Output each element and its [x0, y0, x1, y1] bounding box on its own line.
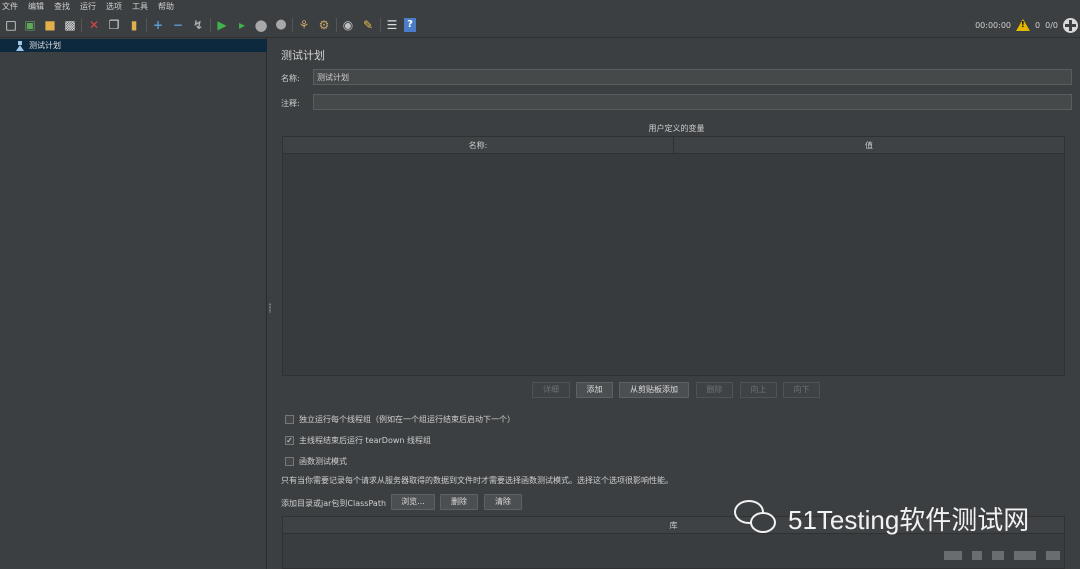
- status-area: 00:00:00 0 0/0: [975, 12, 1080, 38]
- shutdown-icon[interactable]: ●: [273, 17, 289, 33]
- functional-mode-checkbox[interactable]: [285, 457, 294, 466]
- splitter-grip-icon[interactable]: [269, 303, 271, 313]
- remote-globe-icon[interactable]: [1063, 17, 1078, 33]
- help-icon[interactable]: ?: [404, 18, 416, 32]
- user-variables-table[interactable]: 名称: 值: [282, 136, 1065, 376]
- teardown-checkbox[interactable]: ✓: [285, 436, 294, 445]
- warning-icon[interactable]: [1016, 19, 1031, 31]
- menu-run[interactable]: 运行: [80, 1, 96, 12]
- paste-icon[interactable]: ▮: [126, 17, 142, 33]
- new-icon[interactable]: □: [3, 17, 19, 33]
- detail-button[interactable]: 详细: [532, 382, 570, 398]
- menu-help[interactable]: 帮助: [158, 1, 174, 12]
- classpath-delete-button[interactable]: 删除: [440, 494, 478, 510]
- menu-tools[interactable]: 工具: [132, 1, 148, 12]
- toolbar-separator: [380, 18, 381, 32]
- watermark: 51Testing软件测试网: [734, 498, 1029, 538]
- wechat-icon: [734, 498, 780, 538]
- reset-search-icon[interactable]: ✎: [360, 17, 376, 33]
- chat-bubble: [750, 512, 776, 533]
- functional-mode-note: 只有当你需要记录每个请求从服务器取得的数据到文件时才需要选择函数测试模式。选择这…: [281, 476, 673, 485]
- start-icon[interactable]: ▶: [214, 17, 230, 33]
- serialize-label: 独立运行每个线程组（例如在一个组运行结束后启动下一个）: [299, 415, 515, 424]
- page-title: 测试计划: [281, 49, 325, 62]
- comment-label: 注释:: [281, 99, 300, 108]
- blurred-mark: [944, 551, 962, 560]
- stop-icon[interactable]: ●: [253, 17, 269, 33]
- toolbar-separator: [210, 18, 211, 32]
- comment-field[interactable]: [313, 94, 1072, 110]
- teardown-label: 主线程结束后运行 tearDown 线程组: [299, 436, 432, 445]
- delete-button[interactable]: 删除: [696, 382, 733, 398]
- up-button[interactable]: 向上: [740, 382, 777, 398]
- thread-count: 0/0: [1045, 20, 1058, 30]
- down-button[interactable]: 向下: [783, 382, 820, 398]
- menu-file[interactable]: 文件: [2, 1, 18, 12]
- name-label: 名称:: [281, 74, 300, 83]
- templates-icon[interactable]: ▣: [22, 17, 38, 33]
- toolbar-separator: [336, 18, 337, 32]
- save-icon[interactable]: ▩: [62, 17, 78, 33]
- menu-options[interactable]: 选项: [106, 1, 122, 12]
- blurred-mark: [1014, 551, 1036, 560]
- warning-count: 0: [1035, 20, 1041, 30]
- elapsed-time: 00:00:00: [975, 20, 1012, 30]
- functional-mode-option[interactable]: 函数测试模式: [285, 456, 347, 467]
- start-no-pause-icon[interactable]: ▸: [234, 17, 250, 33]
- menu-edit[interactable]: 编辑: [28, 1, 44, 12]
- classpath-label: 添加目录或jar包到ClassPath: [281, 499, 387, 508]
- table-header: 名称: 值: [283, 137, 1064, 154]
- blurred-mark: [1046, 551, 1060, 560]
- menu-bar: 文件 编辑 查找 运行 选项 工具 帮助: [0, 0, 1080, 12]
- toolbar-separator: [146, 18, 147, 32]
- blurred-mark: [972, 551, 982, 560]
- functional-mode-label: 函数测试模式: [299, 457, 347, 466]
- open-icon[interactable]: ■: [42, 17, 58, 33]
- collapse-icon[interactable]: −: [170, 17, 186, 33]
- clear-icon[interactable]: ⚘: [296, 17, 312, 33]
- toggle-icon[interactable]: ↯: [190, 17, 206, 33]
- menu-search[interactable]: 查找: [54, 1, 70, 12]
- column-value[interactable]: 值: [673, 137, 1064, 153]
- copy-icon[interactable]: ❐: [106, 17, 122, 33]
- serialize-option[interactable]: 独立运行每个线程组（例如在一个组运行结束后启动下一个）: [285, 414, 515, 425]
- flask-icon: [16, 40, 24, 51]
- user-variables-title: 用户定义的变量: [648, 124, 705, 133]
- teardown-option[interactable]: ✓ 主线程结束后运行 tearDown 线程组: [285, 435, 431, 446]
- tree-item-test-plan[interactable]: 测试计划: [0, 39, 267, 52]
- column-name[interactable]: 名称:: [283, 137, 673, 153]
- table-body[interactable]: [283, 154, 1064, 375]
- test-plan-tree: 测试计划: [0, 38, 267, 569]
- watermark-text: 51Testing软件测试网: [788, 504, 1030, 535]
- blurred-mark: [992, 551, 1004, 560]
- serialize-checkbox[interactable]: [285, 415, 294, 424]
- toolbar-separator: [81, 18, 82, 32]
- toolbar: □ ▣ ■ ▩ ✕ ❐ ▮ + − ↯ ▶ ▸ ● ● ⚘ ⚙ ◉ ✎ ☰ ?: [0, 12, 1080, 38]
- classpath-clear-button[interactable]: 清除: [484, 494, 522, 510]
- expand-icon[interactable]: +: [150, 17, 166, 33]
- test-plan-panel: 测试计划 名称: 注释: 用户定义的变量 名称: 值 详细 添加 从剪贴板添加 …: [273, 38, 1080, 569]
- name-field[interactable]: [313, 69, 1072, 85]
- tree-item-label: 测试计划: [29, 41, 61, 50]
- function-helper-icon[interactable]: ☰: [384, 17, 400, 33]
- cut-icon[interactable]: ✕: [86, 17, 102, 33]
- add-button[interactable]: 添加: [576, 382, 613, 398]
- browse-button[interactable]: 浏览...: [391, 494, 435, 510]
- add-from-clipboard-button[interactable]: 从剪贴板添加: [619, 382, 689, 398]
- search-icon[interactable]: ◉: [340, 17, 356, 33]
- clear-all-icon[interactable]: ⚙: [316, 17, 332, 33]
- toolbar-separator: [292, 18, 293, 32]
